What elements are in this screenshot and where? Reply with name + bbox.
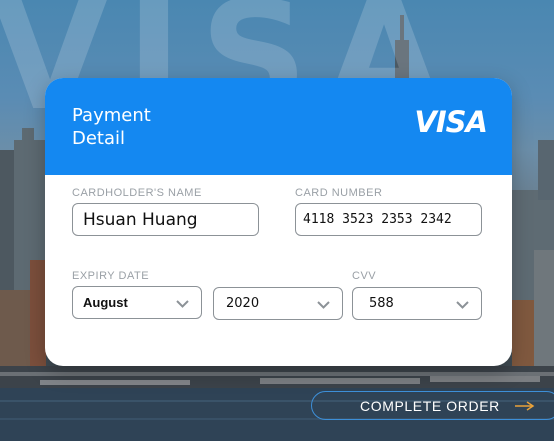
expiry-month-value: August (83, 295, 128, 310)
cvv-select[interactable]: 588 (352, 287, 482, 320)
cvv-label: CVV (352, 270, 377, 282)
cardholder-name-field[interactable]: Hsuan Huang (72, 203, 259, 236)
cardholder-name-value: Hsuan Huang (83, 209, 198, 230)
card-title: Payment Detail (72, 105, 151, 149)
chevron-down-icon (317, 301, 330, 309)
expiry-label: EXPIRY DATE (72, 270, 150, 282)
expiry-year-value: 2020 (226, 296, 260, 311)
complete-order-button[interactable]: COMPLETE ORDER (311, 391, 554, 420)
expiry-month-select[interactable]: August (72, 286, 202, 319)
payment-card: Payment Detail VISA CARDHOLDER'S NAME Hs… (45, 78, 512, 366)
cvv-value: 588 (369, 296, 394, 311)
card-number-value: 4118 3523 2353 2342 (303, 212, 452, 227)
expiry-year-select[interactable]: 2020 (213, 287, 343, 320)
cardholder-label: CARDHOLDER'S NAME (72, 187, 202, 199)
card-number-label: CARD NUMBER (295, 187, 383, 199)
card-number-field[interactable]: 4118 3523 2353 2342 (295, 203, 482, 236)
chevron-down-icon (456, 301, 469, 309)
visa-logo: VISA (414, 105, 488, 139)
complete-order-label: COMPLETE ORDER (360, 397, 500, 414)
arrow-right-icon (514, 400, 535, 411)
chevron-down-icon (176, 300, 189, 308)
card-header: Payment Detail VISA (45, 78, 512, 175)
